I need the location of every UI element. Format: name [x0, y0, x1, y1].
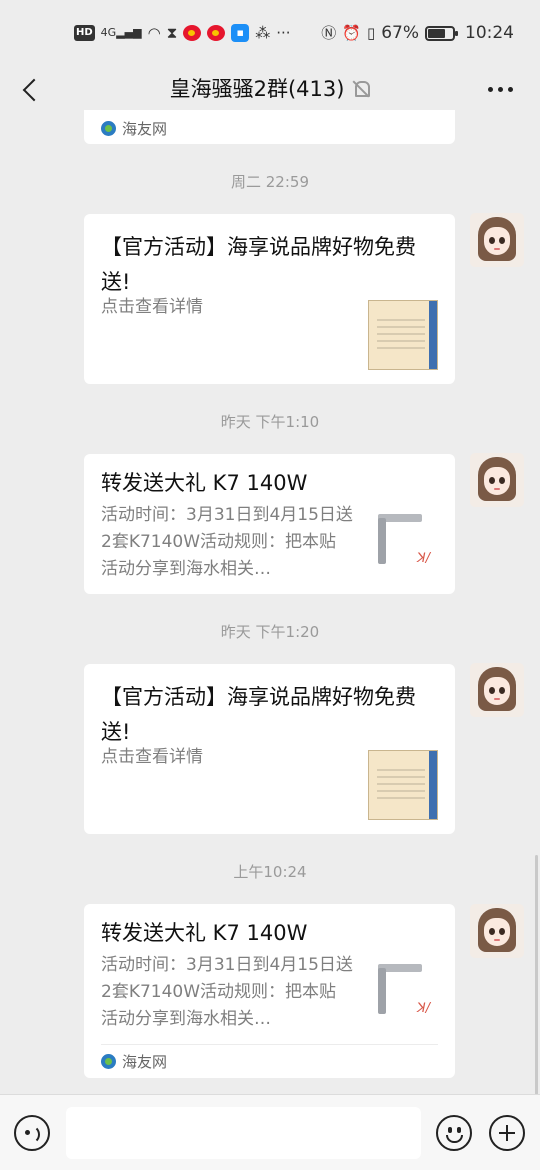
card-source: 海友网	[101, 1050, 167, 1072]
message-timestamp: 上午10:24	[233, 863, 307, 881]
alarm-icon: ⏰	[342, 24, 361, 42]
card-title: 【官方活动】海享说品牌好物免费送!	[101, 685, 416, 744]
vibrate-icon: ▯	[366, 24, 376, 42]
battery-icon	[425, 25, 458, 41]
more-dots-icon: ···	[276, 24, 291, 42]
card-thumbnail	[368, 300, 438, 370]
source-label: 海友网	[122, 119, 168, 138]
message-input[interactable]	[66, 1107, 421, 1159]
link-card[interactable]: 转发送大礼 K7 140W 活动时间：3月31日到4月15日送2套K7140W活…	[84, 454, 455, 594]
source-label: 海友网	[122, 1052, 168, 1071]
card-thumbnail: ꓘ/	[368, 960, 438, 1030]
card-source: 海友网	[101, 117, 167, 139]
card-title: 【官方活动】海享说品牌好物免费送!	[101, 235, 416, 294]
avatar[interactable]	[470, 213, 524, 267]
message-timestamp: 昨天 下午1:20	[220, 623, 320, 641]
nfc-icon: Ⓝ	[321, 24, 337, 42]
status-bar: HD 4G▂▄▆ ◠ ⧗ ▪ ⁂ ··· Ⓝ ⏰ ▯ 67% 10:24	[0, 0, 540, 66]
status-icons-left: HD 4G▂▄▆ ◠ ⧗ ▪ ⁂ ···	[74, 22, 291, 44]
voice-input-button[interactable]	[14, 1115, 50, 1151]
link-card[interactable]: 【官方活动】海享说品牌好物免费送! 点击查看详情	[84, 664, 455, 834]
thumbnail-logo-icon: ꓘ/	[417, 1001, 430, 1016]
message-card-fragment[interactable]: 海友网	[84, 110, 455, 144]
haiyouwang-logo-icon	[101, 120, 116, 136]
chat-more-button[interactable]	[480, 74, 520, 104]
translate-icon: ⁂	[255, 24, 271, 42]
card-description: 活动时间：3月31日到4月15日送2套K7140W活动规则：把本贴活动分享到海水…	[101, 505, 353, 579]
hd-icon: HD	[74, 25, 95, 41]
truck-app-icon: ▪	[231, 24, 250, 42]
haiyouwang-logo-icon	[101, 1053, 116, 1069]
signal-icon: 4G▂▄▆	[100, 26, 142, 39]
message-timestamp: 周二 22:59	[231, 173, 309, 191]
hourglass-icon: ⧗	[166, 24, 178, 42]
weibo-icon	[207, 25, 226, 41]
card-thumbnail: ꓘ/	[368, 510, 438, 580]
chat-title-wrap: 皇海骚骚2群(413)	[0, 73, 540, 103]
card-description: 活动时间：3月31日到4月15日送2套K7140W活动规则：把本贴活动分享到海水…	[101, 955, 353, 1029]
card-divider	[101, 1044, 438, 1045]
avatar[interactable]	[470, 453, 524, 507]
link-card[interactable]: 转发送大礼 K7 140W 活动时间：3月31日到4月15日送2套K7140W活…	[84, 904, 455, 1078]
network-type-label: 4G	[100, 26, 117, 39]
emoji-button[interactable]	[436, 1115, 472, 1151]
card-thumbnail	[368, 750, 438, 820]
clock: 10:24	[465, 23, 514, 43]
more-actions-button[interactable]	[489, 1115, 525, 1151]
avatar[interactable]	[470, 663, 524, 717]
status-icons-right: Ⓝ ⏰ ▯ 67% 10:24	[321, 22, 514, 44]
scrollbar[interactable]	[535, 855, 538, 1095]
weibo-icon	[183, 25, 202, 41]
card-description: 点击查看详情	[101, 747, 203, 767]
card-title: 转发送大礼 K7 140W	[101, 471, 308, 495]
link-card[interactable]: 【官方活动】海享说品牌好物免费送! 点击查看详情	[84, 214, 455, 384]
message-timestamp: 昨天 下午1:10	[220, 413, 320, 431]
wifi-icon: ◠	[147, 24, 161, 42]
muted-bell-icon	[352, 80, 371, 98]
avatar[interactable]	[470, 904, 524, 958]
input-bar	[0, 1094, 540, 1170]
battery-percent: 67%	[381, 23, 419, 43]
chat-title: 皇海骚骚2群(413)	[169, 77, 345, 101]
thumbnail-logo-icon: ꓘ/	[417, 551, 430, 566]
card-title: 转发送大礼 K7 140W	[101, 921, 308, 945]
card-description: 点击查看详情	[101, 297, 203, 317]
